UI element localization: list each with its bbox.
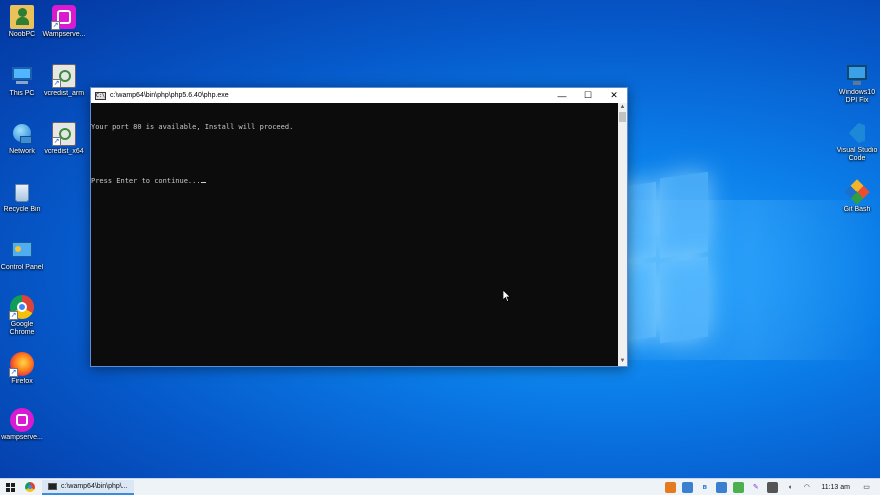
display-icon[interactable] (682, 482, 694, 493)
terminal-line: Your port 80 is available, Install will … (91, 123, 294, 131)
mouse-pointer-icon (503, 290, 511, 302)
scroll-up-arrow-icon[interactable]: ▲ (618, 103, 627, 112)
taskbar: c:\wamp64\bin\php\... ʙ ✎ ◖ ◠ 11:13 am ▭ (0, 478, 880, 495)
wampserver-icon (10, 408, 34, 432)
recycle-bin-icon (10, 180, 34, 204)
desktop-icon-google-chrome[interactable]: ↗ Google Chrome (0, 295, 44, 337)
bluetooth-icon[interactable]: ʙ (699, 482, 710, 493)
scrollbar-thumb[interactable] (619, 112, 626, 122)
desktop-icon-this-pc[interactable]: This PC (0, 64, 44, 98)
chrome-icon: ↗ (9, 295, 34, 320)
clock[interactable]: 11:13 am (821, 484, 850, 491)
shortcut-arrow-icon: ↗ (52, 137, 61, 146)
system-tray: ʙ ✎ ◖ ◠ 11:13 am ▭ (662, 479, 880, 495)
terminal-line-prompt: Press Enter to continue... (91, 177, 618, 186)
chrome-icon (25, 482, 35, 492)
installer-icon: ↗ (52, 64, 76, 88)
desktop-icon-visual-studio-code[interactable]: Visual Studio Code (835, 121, 879, 163)
control-panel-icon (10, 238, 34, 262)
desktop-icon-git-bash[interactable]: Git Bash (835, 179, 879, 214)
desktop-icon-vcredist-arm[interactable]: ↗ vcredist_arm (42, 64, 86, 98)
text-cursor (200, 182, 206, 183)
desktop-icon-noobpc[interactable]: NoobPC (0, 5, 44, 39)
desktop-icon-windows10-dpi-fix[interactable]: Windows10 DPI Fix (835, 63, 879, 105)
monitor-icon (845, 63, 869, 87)
desktop-icon-wampserver[interactable]: wampserve... (0, 408, 44, 442)
app-tray-icon[interactable] (716, 482, 728, 493)
computer-icon (10, 64, 34, 88)
prompt-text: Press Enter to continue... (91, 177, 201, 185)
desktop-icon-network[interactable]: Network (0, 122, 44, 156)
close-button[interactable]: ✕ (601, 88, 627, 103)
pen-icon[interactable]: ✎ (750, 482, 761, 493)
console-app-icon: C:\ (95, 91, 106, 100)
user-folder-icon (10, 5, 34, 29)
desktop-icon-wampserver-installer[interactable]: ↗ Wampserve... (42, 5, 86, 39)
wamp-tray-icon[interactable] (733, 482, 745, 493)
shortcut-arrow-icon: ↗ (52, 79, 61, 88)
shortcut-arrow-icon: ↗ (9, 311, 18, 320)
vertical-scrollbar[interactable]: ▲ ▼ (618, 103, 627, 366)
console-titlebar[interactable]: C:\ c:\wamp64\bin\php\php5.6.40\php.exe … (91, 88, 627, 103)
desktop-icon-firefox[interactable]: ↗ Firefox (0, 352, 44, 386)
notifications-icon[interactable]: ▭ (861, 482, 872, 493)
desktop-icon-control-panel[interactable]: Control Panel (0, 238, 44, 272)
scroll-down-arrow-icon[interactable]: ▼ (618, 357, 627, 366)
network-tray-icon[interactable]: ◠ (801, 482, 812, 493)
keyboard-icon[interactable] (767, 482, 779, 493)
shortcut-arrow-icon: ↗ (51, 21, 60, 30)
desktop-icon-recycle-bin[interactable]: Recycle Bin (0, 180, 44, 214)
firewall-icon[interactable] (665, 482, 677, 493)
volume-icon[interactable]: ◖ (784, 482, 795, 493)
taskbar-console-app[interactable]: c:\wamp64\bin\php\... (42, 479, 134, 495)
terminal-output[interactable]: Your port 80 is available, Install will … (91, 103, 618, 366)
console-window[interactable]: C:\ c:\wamp64\bin\php\php5.6.40\php.exe … (90, 87, 628, 367)
taskbar-console-label: c:\wamp64\bin\php\... (61, 482, 128, 490)
taskbar-chrome-button[interactable] (20, 479, 40, 495)
firefox-icon: ↗ (9, 352, 34, 377)
start-button[interactable] (0, 479, 20, 495)
maximize-button[interactable]: ☐ (575, 88, 601, 103)
console-app-icon (48, 482, 57, 490)
installer-icon: ↗ (52, 122, 76, 146)
vscode-icon (845, 121, 869, 145)
desktop-icon-vcredist-x64[interactable]: ↗ vcredist_x64 (42, 122, 86, 156)
window-title: c:\wamp64\bin\php\php5.6.40\php.exe (110, 92, 229, 99)
windows-start-icon (5, 482, 15, 492)
wampserver-installer-icon: ↗ (51, 5, 76, 30)
network-icon (10, 122, 34, 146)
minimize-button[interactable]: — (549, 88, 575, 103)
git-bash-icon (844, 179, 870, 205)
shortcut-arrow-icon: ↗ (9, 368, 18, 377)
